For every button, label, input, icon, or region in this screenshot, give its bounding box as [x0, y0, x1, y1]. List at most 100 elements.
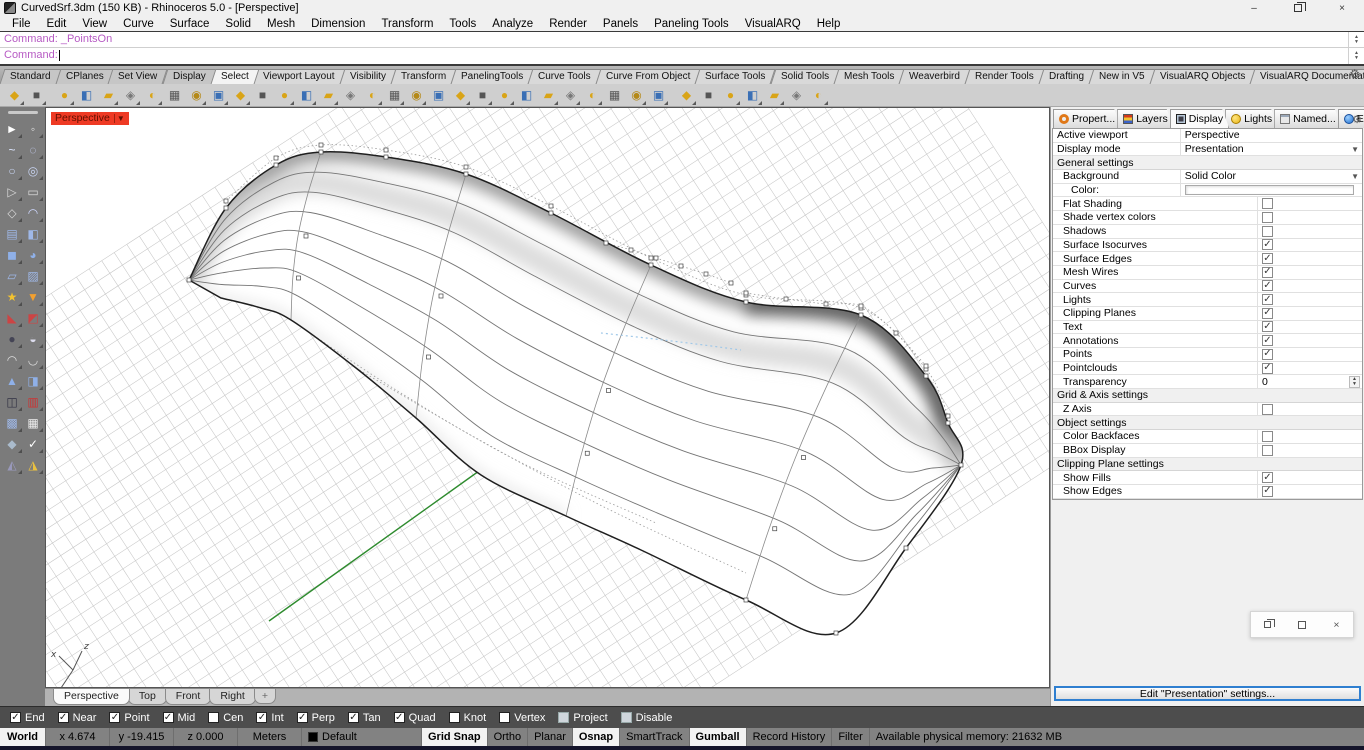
checkbox-mesh-wires[interactable]: ✓ — [1262, 267, 1273, 278]
float-close-icon[interactable]: × — [1333, 619, 1339, 631]
toolbar-icon[interactable]: ◉ — [626, 85, 647, 106]
toolbar-icon[interactable]: ■ — [698, 85, 719, 106]
toolbar-icon[interactable]: ▰ — [538, 85, 559, 106]
menu-tools[interactable]: Tools — [441, 18, 484, 30]
panel-tab-named[interactable]: Named... — [1274, 109, 1342, 128]
panel-tab-propert[interactable]: Propert... — [1053, 109, 1121, 128]
checkbox-points[interactable]: ✓ — [1262, 349, 1273, 360]
toolbar-icon[interactable]: ◧ — [76, 85, 97, 106]
checkbox-color-backfaces[interactable] — [1262, 431, 1273, 442]
sidebar-tool-icon[interactable]: ▥ — [23, 391, 44, 412]
command-input[interactable]: Command: — [0, 48, 1348, 64]
osnap-checkbox-quad[interactable]: ✓ — [394, 712, 405, 723]
menu-surface[interactable]: Surface — [162, 18, 218, 30]
gear-icon[interactable]: ⚙ — [1349, 67, 1360, 81]
toolbar-icon[interactable]: ■ — [472, 85, 493, 106]
toolbar-tab-drafting[interactable]: Drafting — [1039, 69, 1095, 84]
sidebar-tool-icon[interactable]: ▭ — [23, 181, 44, 202]
osnap-checkbox-int[interactable]: ✓ — [256, 712, 267, 723]
toolbar-tab-mesh-tools[interactable]: Mesh Tools — [833, 69, 904, 84]
status-toggle-filter[interactable]: Filter — [832, 728, 869, 746]
menu-view[interactable]: View — [74, 18, 115, 30]
checkbox-z-axis[interactable] — [1262, 404, 1273, 415]
menu-analyze[interactable]: Analyze — [484, 18, 541, 30]
osnap-perp[interactable]: ✓Perp — [297, 712, 335, 724]
sidebar-tool-icon[interactable]: ◠ — [2, 349, 23, 370]
osnap-checkbox-near[interactable]: ✓ — [58, 712, 69, 723]
sidebar-tool-icon[interactable]: ★ — [2, 286, 23, 307]
status-toggle-gumball[interactable]: Gumball — [690, 728, 747, 746]
sidebar-tool-icon[interactable]: ◭ — [2, 454, 23, 475]
sidebar-tool-icon[interactable]: ◦ — [23, 118, 44, 139]
toolbar-tab-cplanes[interactable]: CPlanes — [55, 69, 114, 84]
menu-file[interactable]: File — [4, 18, 39, 30]
status-toggle-grid-snap[interactable]: Grid Snap — [422, 728, 488, 746]
toolbar-tab-visualarq-documentation[interactable]: VisualARQ Documentation — [1250, 69, 1364, 84]
toolbar-tab-panelingtools[interactable]: PanelingTools — [451, 69, 534, 84]
toolbar-icon[interactable]: ◧ — [516, 85, 537, 106]
toolbar-icon[interactable]: ▰ — [764, 85, 785, 106]
checkbox-surface-edges[interactable]: ✓ — [1262, 253, 1273, 264]
toolbar-grip[interactable] — [8, 111, 38, 114]
osnap-checkbox-tan[interactable]: ✓ — [348, 712, 359, 723]
osnap-quad[interactable]: ✓Quad — [394, 712, 436, 724]
toolbar-icon[interactable]: ◆ — [4, 85, 25, 106]
osnap-checkbox-disable[interactable] — [621, 712, 632, 723]
status-layer[interactable]: Default — [302, 728, 422, 746]
status-cplane[interactable]: World — [0, 728, 46, 746]
menu-dimension[interactable]: Dimension — [303, 18, 373, 30]
sidebar-tool-icon[interactable]: ◧ — [23, 223, 44, 244]
toolbar-icon[interactable]: ▦ — [164, 85, 185, 106]
select-background[interactable]: Solid Color▼ — [1180, 170, 1362, 183]
sidebar-tool-icon[interactable]: ◼ — [2, 244, 23, 265]
select-display-mode[interactable]: Presentation▼ — [1180, 143, 1362, 156]
sidebar-tool-icon[interactable]: ▼ — [23, 286, 44, 307]
restore-button[interactable] — [1276, 0, 1320, 16]
toolbar-icon[interactable]: ● — [54, 85, 75, 106]
spinner-arrows-icon[interactable]: ▲▼ — [1349, 376, 1360, 388]
checkbox-show-fills[interactable]: ✓ — [1262, 472, 1273, 483]
toolbar-tab-viewport-layout[interactable]: Viewport Layout — [253, 69, 345, 84]
toolbar-icon[interactable]: ◧ — [296, 85, 317, 106]
checkbox-annotations[interactable]: ✓ — [1262, 335, 1273, 346]
osnap-checkbox-end[interactable]: ✓ — [10, 712, 21, 723]
osnap-checkbox-perp[interactable]: ✓ — [297, 712, 308, 723]
menu-curve[interactable]: Curve — [115, 18, 162, 30]
toolbar-icon[interactable]: ◐ — [142, 85, 163, 106]
osnap-point[interactable]: ✓Point — [109, 712, 149, 724]
sidebar-tool-icon[interactable]: ◆ — [2, 433, 23, 454]
checkbox-shadows[interactable] — [1262, 226, 1273, 237]
command-history[interactable]: Command: _PointsOn — [0, 32, 1348, 47]
viewport-title-badge[interactable]: Perspective▼ — [51, 112, 129, 125]
sidebar-tool-icon[interactable]: ▨ — [23, 265, 44, 286]
status-units[interactable]: Meters — [238, 728, 302, 746]
osnap-project[interactable]: Project — [558, 712, 607, 724]
viewport-tab-front[interactable]: Front — [165, 689, 212, 705]
panel-tab-layers[interactable]: Layers — [1117, 109, 1174, 128]
sidebar-tool-icon[interactable]: ◕ — [23, 244, 44, 265]
toolbar-tab-visualarq-objects[interactable]: VisualARQ Objects — [1149, 69, 1255, 84]
sidebar-tool-icon[interactable]: ◡ — [23, 349, 44, 370]
sidebar-tool-icon[interactable]: ◮ — [23, 454, 44, 475]
checkbox-curves[interactable]: ✓ — [1262, 280, 1273, 291]
status-toggle-planar[interactable]: Planar — [528, 728, 573, 746]
toolbar-tab-render-tools[interactable]: Render Tools — [965, 69, 1045, 84]
sidebar-tool-icon[interactable]: ▷ — [2, 181, 23, 202]
toolbar-tab-curve-tools[interactable]: Curve Tools — [528, 69, 601, 84]
toolbar-tab-transform[interactable]: Transform — [390, 69, 456, 84]
command-spinner[interactable]: ▲▼ — [1348, 48, 1364, 64]
panel-tab-lights[interactable]: Lights — [1225, 109, 1278, 128]
sidebar-tool-icon[interactable]: ◎ — [23, 160, 44, 181]
status-toggle-osnap[interactable]: Osnap — [573, 728, 620, 746]
sidebar-tool-icon[interactable]: ◩ — [23, 307, 44, 328]
toolbar-icon[interactable]: ▣ — [208, 85, 229, 106]
sidebar-tool-icon[interactable]: ▦ — [23, 412, 44, 433]
toolbar-icon[interactable]: ◉ — [186, 85, 207, 106]
sidebar-tool-icon[interactable]: ▤ — [2, 223, 23, 244]
osnap-knot[interactable]: Knot — [449, 712, 487, 724]
command-history-scrollbar[interactable]: ▲▼ — [1348, 32, 1364, 47]
toolbar-tab-surface-tools[interactable]: Surface Tools — [695, 69, 776, 84]
osnap-end[interactable]: ✓End — [10, 712, 45, 724]
sidebar-tool-icon[interactable]: ◫ — [2, 391, 23, 412]
checkbox-flat-shading[interactable] — [1262, 198, 1273, 209]
